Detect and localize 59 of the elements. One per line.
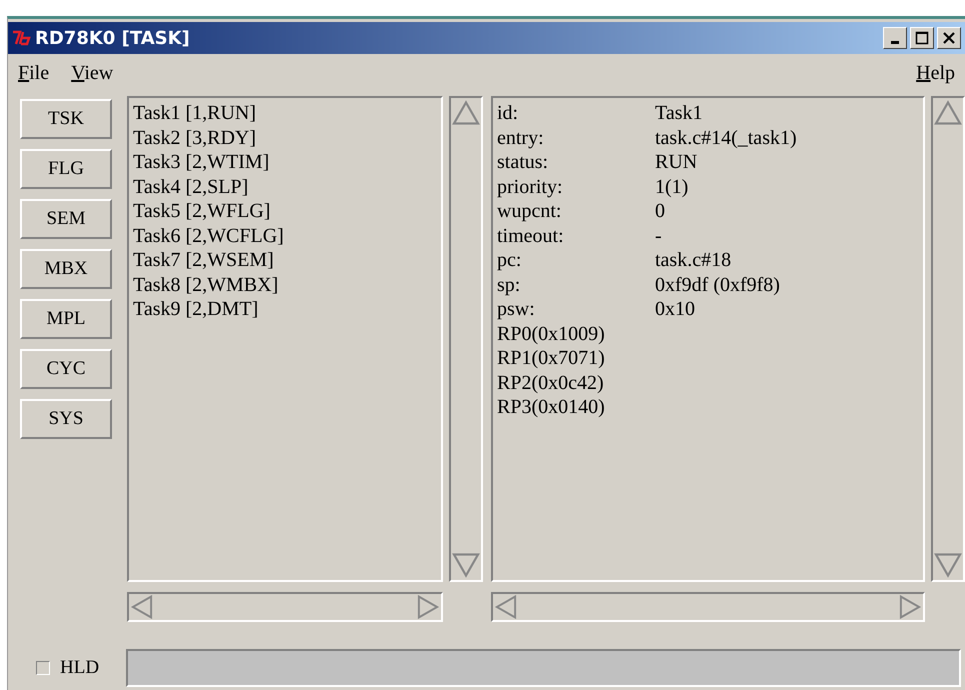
detail-label: priority:: [497, 174, 564, 199]
horizontal-scrollbar[interactable]: [127, 592, 443, 622]
horizontal-scrollbar[interactable]: [491, 592, 925, 622]
detail-label: pc:: [497, 248, 522, 272]
task-list-item[interactable]: Task6 [2,WCFLG]: [133, 224, 437, 248]
scroll-right-arrow-icon[interactable]: [415, 594, 441, 620]
task-list-item[interactable]: Task8 [2,WMBX]: [133, 272, 437, 297]
view-button[interactable]: TSK: [20, 99, 112, 139]
hold-checkbox[interactable]: [36, 661, 50, 675]
window-title: RD78K0 [TASK]: [35, 28, 191, 48]
detail-label: entry:: [497, 126, 545, 150]
menu-item[interactable]: Help: [916, 62, 955, 92]
view-button[interactable]: SEM: [20, 199, 112, 239]
maximize-button[interactable]: [910, 27, 934, 49]
detail-value: task.c#18: [655, 249, 732, 271]
task-list-item[interactable]: Task3 [2,WTIM]: [133, 150, 437, 174]
app-logo-icon: [12, 30, 32, 46]
menu-item[interactable]: File: [18, 62, 50, 92]
register-value: RP3(0x0140): [497, 395, 606, 420]
detail-value: Task1: [655, 102, 702, 124]
minimize-icon: [891, 40, 899, 44]
close-button[interactable]: [937, 27, 961, 49]
task-list-item[interactable]: Task9 [2,DMT]: [133, 297, 437, 322]
view-button[interactable]: SYS: [20, 399, 112, 439]
task-list-item[interactable]: Task2 [3,RDY]: [133, 126, 437, 150]
menu-item[interactable]: View: [71, 62, 114, 92]
detail-label: sp:: [497, 272, 522, 297]
detail-value: RUN: [655, 151, 698, 173]
detail-value: 0xf9df (0xf9f8): [655, 274, 780, 296]
minimize-button[interactable]: [883, 27, 907, 49]
task-list-item[interactable]: Task4 [2,SLP]: [133, 174, 437, 199]
vertical-scrollbar[interactable]: [449, 96, 483, 582]
register-value: RP1(0x7071): [497, 346, 606, 370]
detail-value: -: [655, 224, 662, 246]
scroll-left-arrow-icon[interactable]: [129, 594, 155, 620]
view-button[interactable]: MBX: [20, 249, 112, 289]
maximize-icon: [915, 31, 929, 45]
detail-value: 0x10: [655, 298, 695, 320]
close-icon: [942, 31, 956, 45]
vertical-scrollbar[interactable]: [931, 96, 965, 582]
register-value: RP2(0x0c42): [497, 370, 605, 395]
scroll-left-arrow-icon[interactable]: [493, 594, 519, 620]
detail-value: 1(1): [655, 176, 688, 198]
detail-label: psw:: [497, 297, 536, 322]
detail-label: status:: [497, 150, 550, 174]
hold-label: HLD: [60, 657, 100, 679]
detail-value: task.c#14(_task1): [655, 126, 797, 148]
register-value: RP0(0x1009): [497, 322, 606, 346]
scroll-right-arrow-icon[interactable]: [897, 594, 923, 620]
view-button[interactable]: CYC: [20, 349, 112, 389]
detail-label: wupcnt:: [497, 199, 562, 224]
view-button[interactable]: FLG: [20, 149, 112, 189]
task-list-item[interactable]: Task7 [2,WSEM]: [133, 248, 437, 272]
view-button[interactable]: MPL: [20, 299, 112, 339]
detail-label: id:: [497, 101, 520, 126]
task-list-item[interactable]: Task5 [2,WFLG]: [133, 199, 437, 224]
detail-value: 0: [655, 200, 665, 222]
task-list-item[interactable]: Task1 [1,RUN]: [133, 101, 437, 126]
detail-label: timeout:: [497, 224, 565, 248]
